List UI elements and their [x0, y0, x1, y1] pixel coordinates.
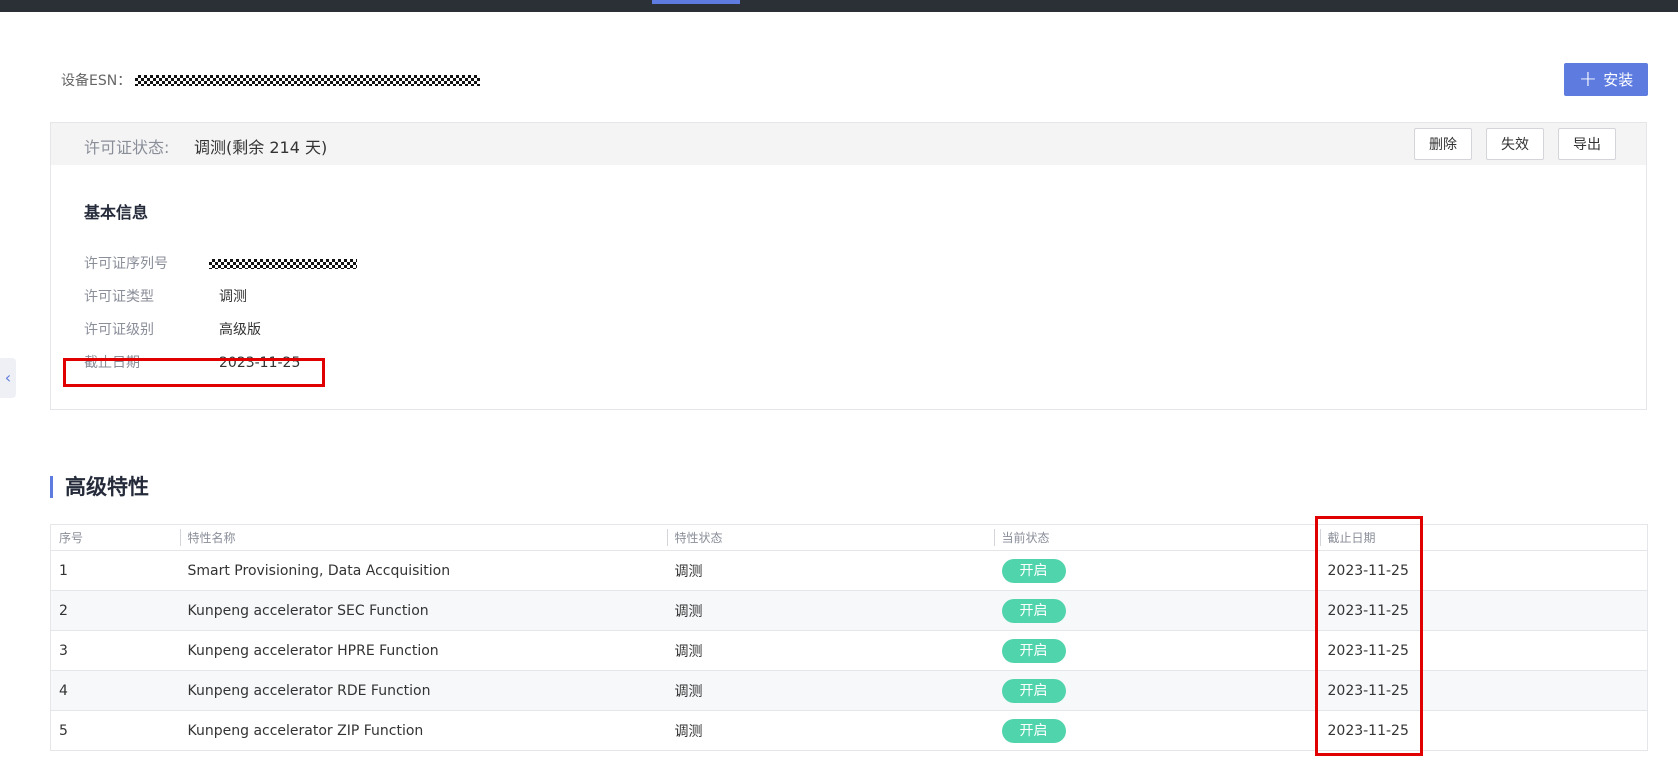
row-current-status-cell: 开启 — [993, 710, 1320, 751]
row-feature-name: Kunpeng accelerator ZIP Function — [179, 710, 667, 751]
expiry-date-highlight-box — [63, 358, 325, 387]
license-card-header: 许可证状态: 调测(剩余 214 天) 删除 失效 导出 — [51, 123, 1646, 165]
expiry-column-highlight-box — [1315, 516, 1423, 756]
row-feature-status: 调测 — [666, 590, 994, 631]
license-level-value: 高级版 — [219, 322, 261, 338]
sidebar-collapse-toggle[interactable]: ‹ — [0, 358, 16, 398]
row-current-status-cell: 开启 — [993, 630, 1320, 671]
status-on-badge: 开启 — [1001, 678, 1066, 703]
basic-info-title: 基本信息 — [84, 203, 149, 222]
status-on-badge: 开启 — [1001, 598, 1066, 623]
row-index: 4 — [50, 670, 180, 711]
row-index: 3 — [50, 630, 180, 671]
top-navigation-bar — [0, 0, 1678, 12]
row-feature-name: Kunpeng accelerator HPRE Function — [179, 630, 667, 671]
row-feature-status: 调测 — [666, 550, 994, 591]
license-serial-value-redacted — [209, 259, 357, 269]
row-index: 2 — [50, 590, 180, 631]
row-feature-status: 调测 — [666, 630, 994, 671]
license-type-value: 调测 — [219, 289, 247, 305]
device-esn-label: 设备ESN： — [61, 73, 132, 89]
license-level-label: 许可证级别 — [84, 322, 154, 338]
license-actions: 删除 失效 导出 — [1414, 128, 1616, 160]
column-header-current-status[interactable]: 当前状态 — [993, 524, 1320, 551]
install-button[interactable]: + 安装 — [1564, 63, 1648, 96]
license-status-label: 许可证状态: — [84, 138, 170, 157]
column-header-feature-name[interactable]: 特性名称 — [179, 524, 667, 551]
column-header-index[interactable]: 序号 — [50, 524, 180, 551]
advanced-features-title: 高级特性 — [50, 476, 149, 498]
license-status-value: 调测(剩余 214 天) — [194, 138, 328, 157]
status-on-badge: 开启 — [1001, 558, 1066, 583]
plus-icon: + — [1578, 66, 1598, 92]
active-tab-indicator — [652, 0, 740, 4]
device-esn-row: 设备ESN： — [61, 70, 481, 90]
chevron-left-icon: ‹ — [4, 368, 12, 387]
row-feature-status: 调测 — [666, 670, 994, 711]
row-current-status-cell: 开启 — [993, 590, 1320, 631]
license-serial-label: 许可证序列号 — [84, 256, 168, 272]
row-current-status-cell: 开启 — [993, 550, 1320, 591]
row-feature-status: 调测 — [666, 710, 994, 751]
license-type-label: 许可证类型 — [84, 289, 154, 305]
status-on-badge: 开启 — [1001, 638, 1066, 663]
invalidate-button[interactable]: 失效 — [1486, 128, 1544, 160]
delete-button[interactable]: 删除 — [1414, 128, 1472, 160]
row-index: 5 — [50, 710, 180, 751]
row-index: 1 — [50, 550, 180, 591]
device-esn-value-redacted — [135, 74, 481, 86]
row-feature-name: Smart Provisioning, Data Accquisition — [179, 550, 667, 591]
status-on-badge: 开启 — [1001, 718, 1066, 743]
row-current-status-cell: 开启 — [993, 670, 1320, 711]
export-button[interactable]: 导出 — [1558, 128, 1616, 160]
install-button-label: 安装 — [1603, 71, 1634, 89]
row-feature-name: Kunpeng accelerator RDE Function — [179, 670, 667, 711]
column-header-feature-status[interactable]: 特性状态 — [666, 524, 994, 551]
row-feature-name: Kunpeng accelerator SEC Function — [179, 590, 667, 631]
